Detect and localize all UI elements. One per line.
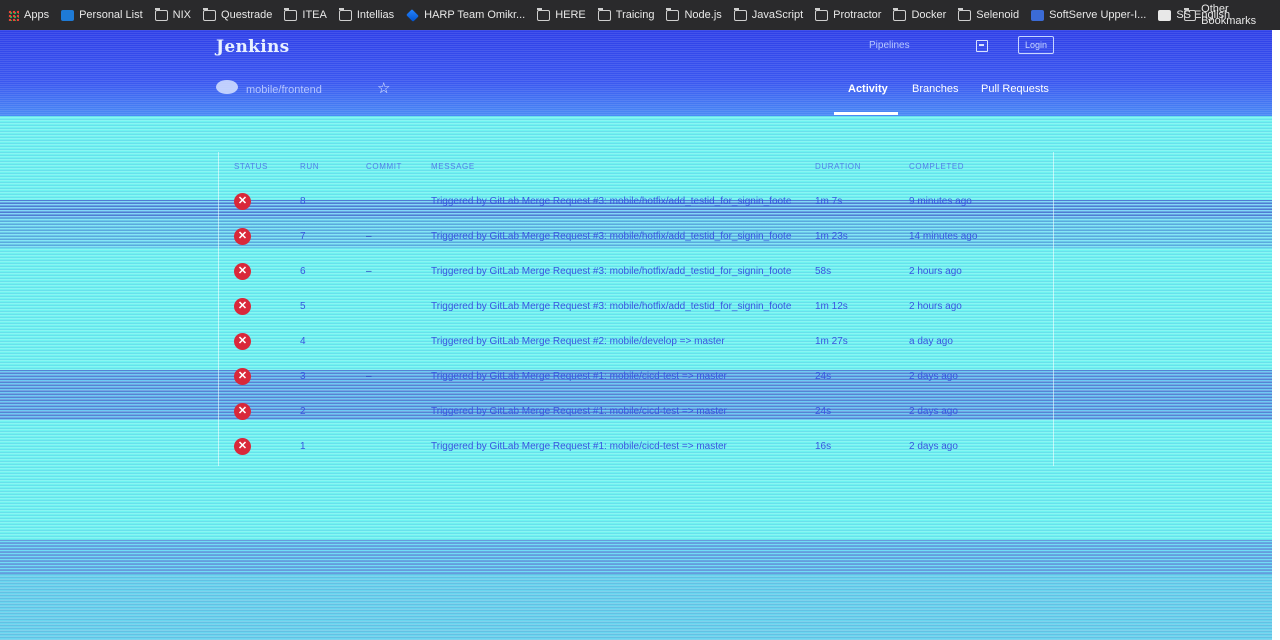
jira-icon <box>406 8 420 22</box>
bookmark-protractor[interactable]: Protractor <box>815 7 882 21</box>
apps-grid-icon <box>8 9 19 21</box>
bookmark-nix[interactable]: NIX <box>154 7 192 21</box>
bookmark-here[interactable]: HERE <box>537 7 586 21</box>
table-row[interactable]: ✕ 6 – Triggered by GitLab Merge Request … <box>219 222 1055 280</box>
folder-icon <box>338 7 352 21</box>
bookmark-questrade[interactable]: Questrade <box>203 7 273 21</box>
table-row[interactable]: ✕ 2 Triggered by GitLab Merge Request #1… <box>219 362 1055 420</box>
folder-icon <box>666 7 680 21</box>
bookmark-label: Intellias <box>356 9 395 21</box>
repository-icon <box>216 80 238 94</box>
bookmark-label: Other Bookmarks <box>1201 3 1257 27</box>
table-row[interactable]: ✕ 3 – Triggered by GitLab Merge Request … <box>219 327 1055 385</box>
favorite-star-icon[interactable]: ☆ <box>377 79 390 97</box>
folder-icon <box>893 7 907 21</box>
bookmark-label: SoftServe Upper-I... <box>1049 9 1147 21</box>
bookmark-itea[interactable]: ITEA <box>284 7 327 21</box>
bookmark-label: Selenoid <box>976 9 1020 21</box>
folder-icon <box>733 7 747 21</box>
runs-table: STATUS RUN COMMIT MESSAGE DURATION COMPL… <box>218 152 1054 466</box>
folder-icon <box>537 7 551 21</box>
artifact-band <box>0 574 1272 640</box>
softserve-icon <box>1031 9 1045 21</box>
tab-activity[interactable]: Activity <box>848 83 888 95</box>
table-row[interactable]: ✕ 4 Triggered by GitLab Merge Request #2… <box>219 292 1055 350</box>
run-duration: 16s <box>815 441 832 452</box>
jenkins-logo[interactable]: Jenkins <box>216 37 290 57</box>
tab-branches[interactable]: Branches <box>912 83 958 95</box>
bookmark-docker[interactable]: Docker <box>893 7 947 21</box>
bookmark-label: Apps <box>24 9 50 21</box>
bookmark-label: Protractor <box>833 9 882 21</box>
table-row[interactable]: ✕ 8 Triggered by GitLab Merge Request #3… <box>219 152 1055 210</box>
bookmark-label: HERE <box>555 9 586 21</box>
active-tab-indicator <box>834 112 898 115</box>
bookmark-label: Traicing <box>615 9 655 21</box>
login-button[interactable]: Login <box>1018 36 1054 54</box>
bookmark-label: Personal List <box>79 9 143 21</box>
pipelines-link[interactable]: Pipelines <box>869 40 910 51</box>
folder-icon <box>284 7 298 21</box>
scrollbar[interactable] <box>1272 30 1280 640</box>
run-completed: 2 days ago <box>909 441 958 452</box>
bookmark-apps[interactable]: Apps <box>8 9 49 21</box>
bookmark-selenoid[interactable]: Selenoid <box>958 7 1020 21</box>
bookmark-label: HARP Team Omikr... <box>424 9 526 21</box>
table-row[interactable]: ✕ 1 Triggered by GitLab Merge Request #1… <box>219 397 1055 455</box>
bookmark-javascript[interactable]: JavaScript <box>733 7 804 21</box>
bookmark-label: Node.js <box>684 9 722 21</box>
artifact-band <box>0 540 1272 574</box>
bookmark-other-bookmarks[interactable]: Other Bookmarks <box>1184 0 1280 30</box>
bookmark-personal-list[interactable]: Personal List <box>61 9 143 21</box>
bookmark-label: Questrade <box>221 9 273 21</box>
folder-icon <box>1184 7 1197 21</box>
bookmark-harp-team[interactable]: HARP Team Omikr... <box>406 8 526 22</box>
run-number: 1 <box>300 441 306 452</box>
folder-icon <box>815 7 829 21</box>
bookmark-nodejs[interactable]: Node.js <box>666 7 722 21</box>
bookmark-intellias[interactable]: Intellias <box>338 7 395 21</box>
repository-name[interactable]: mobile/frontend <box>246 84 322 96</box>
run-message: Triggered by GitLab Merge Request #1: mo… <box>431 441 727 452</box>
bookmarks-overflow-chevron[interactable]: » <box>1162 8 1169 22</box>
jenkins-header: Jenkins Pipelines Login mobile/frontend … <box>0 30 1272 116</box>
folder-icon <box>958 7 972 21</box>
table-row[interactable]: ✕ 7 – Triggered by GitLab Merge Request … <box>219 187 1055 245</box>
folder-icon <box>203 7 217 21</box>
go-to-classic-icon[interactable] <box>976 40 988 52</box>
bookmark-label: Docker <box>911 9 947 21</box>
failed-status-icon: ✕ <box>234 438 251 455</box>
bookmarks-bar: Apps Personal List NIX Questrade ITEA In… <box>0 0 1280 30</box>
table-row[interactable]: ✕ 5 Triggered by GitLab Merge Request #3… <box>219 257 1055 315</box>
bookmark-label: JavaScript <box>751 9 804 21</box>
bookmark-label: ITEA <box>302 9 327 21</box>
tab-pull-requests[interactable]: Pull Requests <box>981 83 1049 95</box>
bookmark-label: NIX <box>172 9 192 21</box>
folder-icon <box>154 7 168 21</box>
bookmark-softserve[interactable]: SoftServe Upper-I... <box>1031 9 1146 21</box>
trello-icon <box>61 9 75 21</box>
folder-icon <box>597 7 611 21</box>
bookmark-traicing[interactable]: Traicing <box>597 7 655 21</box>
